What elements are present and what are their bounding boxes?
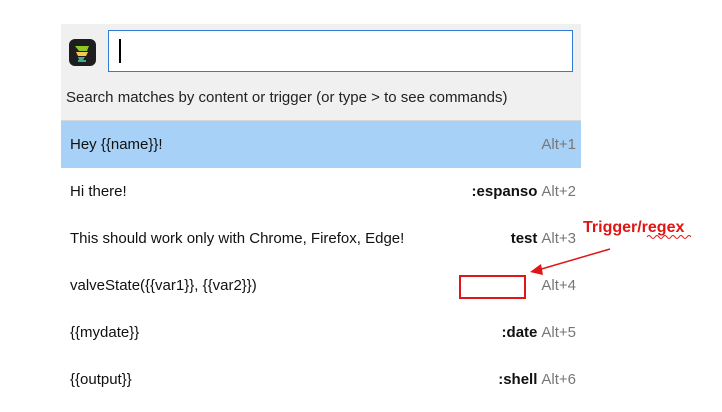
text-caret — [119, 39, 121, 63]
match-meta: test Alt+3 — [511, 215, 576, 262]
match-label: {{mydate}} — [70, 324, 140, 341]
match-meta: :shell Alt+6 — [498, 356, 576, 403]
match-trigger: :shell — [498, 371, 538, 388]
espanso-app-icon — [69, 39, 96, 66]
search-hint: Search matches by content or trigger (or… — [66, 89, 508, 106]
match-shortcut: Alt+6 — [541, 371, 576, 388]
match-trigger: :espanso — [471, 183, 538, 200]
match-meta: :date Alt+5 — [502, 309, 576, 356]
match-list: Hey {{name}}! Alt+1 Hi there! :espanso Al… — [61, 121, 581, 403]
list-item[interactable]: {{output}} :shell Alt+6 — [61, 356, 581, 403]
match-shortcut: Alt+2 — [541, 183, 576, 200]
search-header: Search matches by content or trigger (or… — [61, 24, 581, 120]
match-label: Hey {{name}}! — [70, 136, 163, 153]
match-label: valveState({{var1}}, {{var2}}) — [70, 277, 257, 294]
trigger-highlight-box — [459, 275, 526, 299]
match-shortcut: Alt+3 — [541, 230, 576, 247]
search-input[interactable] — [108, 30, 573, 72]
match-label: Hi there! — [70, 183, 127, 200]
match-shortcut: Alt+5 — [541, 324, 576, 341]
search-popup: Search matches by content or trigger (or… — [61, 24, 581, 404]
match-label: This should work only with Chrome, Firef… — [70, 230, 405, 247]
list-item[interactable]: Hey {{name}}! Alt+1 — [61, 121, 581, 168]
match-meta: :espanso Alt+2 — [472, 168, 576, 215]
match-shortcut: Alt+4 — [541, 277, 576, 294]
list-item[interactable]: {{mydate}} :date Alt+5 — [61, 309, 581, 356]
match-meta: Alt+1 — [537, 121, 576, 168]
spellcheck-squiggle — [647, 235, 691, 239]
list-item[interactable]: Hi there! :espanso Alt+2 — [61, 168, 581, 215]
match-meta: Alt+4 — [537, 262, 576, 309]
match-label: {{output}} — [70, 371, 132, 388]
match-shortcut: Alt+1 — [541, 136, 576, 153]
list-item[interactable]: This should work only with Chrome, Firef… — [61, 215, 581, 262]
match-trigger: test — [510, 230, 538, 247]
match-trigger: :date — [501, 324, 538, 341]
